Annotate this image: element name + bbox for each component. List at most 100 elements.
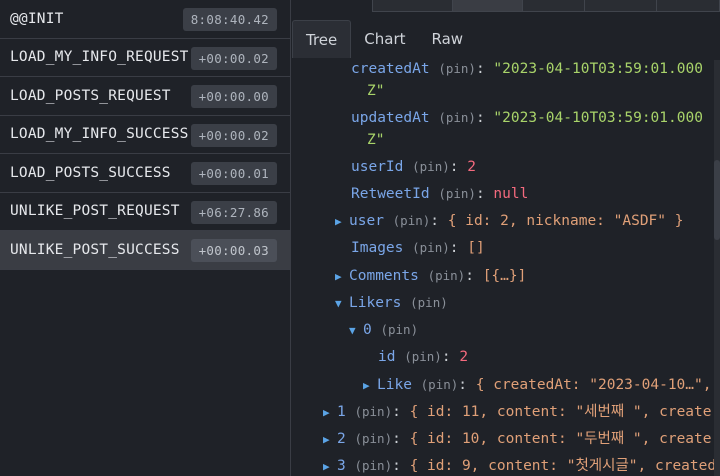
tree-row-2[interactable]: ▶ 2 (pin): { id: 10, content: "두번째 ", cre…: [323, 429, 712, 449]
tab-chart[interactable]: Chart: [351, 20, 418, 58]
tree-value: "2023-04-10T03:59:01.000: [493, 61, 703, 77]
action-name: UNLIKE_POST_REQUEST: [10, 203, 180, 220]
tree-key: Comments: [349, 268, 419, 284]
pin-label[interactable]: (pin): [380, 322, 418, 337]
strip-button[interactable]: [373, 0, 453, 11]
tree-key: updatedAt: [351, 110, 430, 126]
action-time-badge: +00:00.03: [190, 239, 277, 262]
tree-row-userId[interactable]: userId (pin): 2: [351, 157, 476, 177]
tree-row-user[interactable]: ▶ user (pin): { id: 2, nickname: "ASDF" }: [335, 211, 683, 231]
tree-row-updatedAt-cont: Z": [367, 130, 384, 150]
collapse-arrow-icon[interactable]: ▼: [349, 321, 363, 341]
action-time-badge: +06:27.86: [190, 200, 277, 224]
tree-value: { id: 2, nickname: "ASDF" }: [447, 213, 684, 229]
tree-key: Likers: [349, 295, 402, 311]
tab-tree[interactable]: Tree: [292, 20, 352, 58]
pin-label[interactable]: (pin): [412, 240, 450, 255]
tree-key: Images: [351, 240, 404, 256]
tree-key: userId: [351, 159, 404, 175]
tree-row-images[interactable]: Images (pin): []: [351, 238, 485, 258]
expand-arrow-icon[interactable]: ▶: [323, 457, 337, 476]
tree-key: 0: [363, 322, 372, 338]
action-item[interactable]: LOAD_MY_INFO_SUCCESS +00:00.02: [0, 116, 290, 154]
action-time-badge: 8:08:40.42: [182, 8, 277, 31]
pin-label[interactable]: (pin): [428, 268, 466, 283]
tree-row-likers-0[interactable]: ▼ 0 (pin): [349, 320, 418, 340]
tree-row-updatedAt[interactable]: updatedAt (pin): "2023-04-10T03:59:01.00…: [351, 108, 703, 128]
action-name: @@INIT: [10, 10, 64, 27]
action-item[interactable]: LOAD_POSTS_REQUEST +00:00.00: [0, 77, 290, 116]
action-name: LOAD_MY_INFO_REQUEST: [10, 49, 189, 66]
tree-row-retweetId[interactable]: RetweetId (pin): null: [351, 184, 528, 204]
scrollbar[interactable]: [714, 60, 720, 476]
action-item[interactable]: @@INIT 8:08:40.42: [0, 0, 290, 39]
pin-label[interactable]: (pin): [438, 186, 476, 201]
pin-label[interactable]: (pin): [412, 159, 450, 174]
tree-key: 2: [337, 431, 346, 447]
tree-key: 1: [337, 404, 346, 420]
pin-label[interactable]: (pin): [421, 377, 459, 392]
pin-label[interactable]: (pin): [354, 431, 392, 446]
action-name: LOAD_POSTS_REQUEST: [10, 87, 171, 104]
action-time-badge: +00:00.02: [190, 46, 277, 70]
expand-arrow-icon[interactable]: ▶: [335, 212, 349, 232]
tree-value: Z": [367, 83, 385, 99]
action-item-selected[interactable]: UNLIKE_POST_SUCCESS +00:00.03: [0, 231, 290, 270]
action-list: @@INIT 8:08:40.42 LOAD_MY_INFO_REQUEST +00…: [0, 0, 291, 476]
collapse-arrow-icon[interactable]: ▼: [335, 294, 349, 314]
strip-button[interactable]: [657, 0, 719, 11]
tree-value: { id: 9, content: "첫게시글", created: [409, 458, 717, 474]
action-name: LOAD_POSTS_SUCCESS: [10, 164, 171, 181]
scrollbar-thumb[interactable]: [714, 160, 720, 240]
pin-label[interactable]: (pin): [404, 349, 442, 364]
action-item[interactable]: UNLIKE_POST_REQUEST +06:27.86: [0, 193, 290, 231]
expand-arrow-icon[interactable]: ▶: [363, 376, 377, 396]
tree-value: [{…}]: [482, 268, 527, 284]
tree-row-3[interactable]: ▶ 3 (pin): { id: 9, content: "첫게시글", crea…: [323, 456, 716, 476]
strip-button[interactable]: [453, 0, 523, 11]
tree-value: { id: 10, content: "두번째 ", create: [409, 431, 712, 447]
state-tree: createdAt (pin): "2023-04-10T03:59:01.00…: [292, 58, 716, 476]
pin-label[interactable]: (pin): [438, 110, 476, 125]
pin-label[interactable]: (pin): [354, 404, 392, 419]
pin-label[interactable]: (pin): [393, 213, 431, 228]
action-name: UNLIKE_POST_SUCCESS: [10, 241, 180, 258]
tree-value: null: [493, 186, 529, 202]
tree-row-comments[interactable]: ▶ Comments (pin): [{…}]: [335, 266, 526, 286]
tree-row-like[interactable]: ▶ Like (pin): { createdAt: "2023-04-10…",: [363, 375, 711, 395]
strip-button[interactable]: [585, 0, 657, 11]
tree-value: Z": [367, 132, 385, 148]
strip-button[interactable]: [523, 0, 585, 11]
pin-label[interactable]: (pin): [354, 458, 392, 473]
tree-value: 2: [459, 349, 469, 365]
pin-label[interactable]: (pin): [410, 295, 448, 310]
pin-label[interactable]: (pin): [438, 61, 476, 76]
tree-value: { id: 11, content: "세번째 ", create: [409, 404, 712, 420]
action-name: LOAD_MY_INFO_SUCCESS: [10, 126, 189, 143]
expand-arrow-icon[interactable]: ▶: [335, 267, 349, 287]
tree-value: []: [467, 240, 485, 256]
action-time-badge: +00:00.01: [190, 162, 277, 185]
action-item[interactable]: LOAD_MY_INFO_REQUEST +00:00.02: [0, 39, 290, 77]
tree-key: 3: [337, 458, 346, 474]
tree-value: 2: [467, 159, 476, 175]
tree-key: user: [349, 213, 384, 229]
expand-arrow-icon[interactable]: ▶: [323, 430, 337, 450]
action-time-badge: +00:00.02: [190, 123, 277, 147]
expand-arrow-icon[interactable]: ▶: [323, 403, 337, 423]
tree-row-createdAt-cont: Z": [367, 81, 384, 101]
inspector-panel: Tree Chart Raw createdAt (pin): "2023-04…: [292, 0, 720, 476]
view-tabs: Tree Chart Raw: [292, 20, 720, 60]
action-time-badge: +00:00.00: [190, 85, 277, 108]
tree-row-id[interactable]: id (pin): 2: [378, 347, 468, 367]
tree-key: Like: [377, 377, 412, 393]
tree-key: id: [378, 349, 396, 365]
tree-key: createdAt: [351, 61, 430, 77]
action-item[interactable]: LOAD_POSTS_SUCCESS +00:00.01: [0, 154, 290, 193]
tab-raw[interactable]: Raw: [419, 20, 477, 58]
tree-value: { createdAt: "2023-04-10…",: [475, 377, 712, 393]
tree-row-1[interactable]: ▶ 1 (pin): { id: 11, content: "세번째 ", cre…: [323, 402, 712, 422]
tree-row-createdAt[interactable]: createdAt (pin): "2023-04-10T03:59:01.00…: [351, 59, 703, 79]
tree-row-likers[interactable]: ▼ Likers (pin): [335, 293, 448, 313]
top-button-strip: [372, 0, 720, 12]
